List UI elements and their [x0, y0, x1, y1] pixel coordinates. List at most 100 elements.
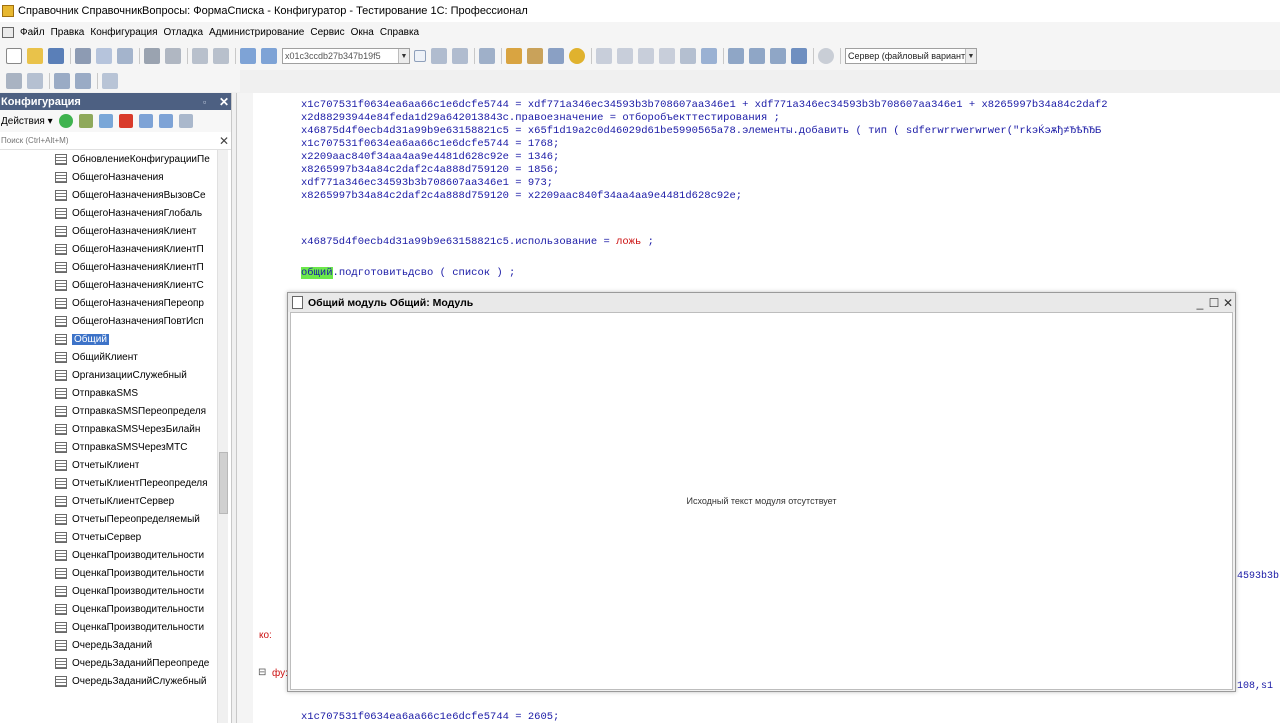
- syntax-assistant-icon[interactable]: [506, 48, 522, 64]
- merge-icon[interactable]: [770, 48, 786, 64]
- tree-scrollbar-thumb[interactable]: [219, 452, 228, 514]
- menu-file[interactable]: Файл: [20, 27, 45, 38]
- tree-item[interactable]: ОбщегоНазначенияКлиентП: [0, 240, 228, 258]
- tree-item[interactable]: ОтчетыСервер: [0, 528, 228, 546]
- tree-item[interactable]: ОбщегоНазначения: [0, 168, 228, 186]
- debug-step-into-icon[interactable]: [617, 48, 633, 64]
- module-list-icon[interactable]: [75, 73, 91, 89]
- search-combo-value[interactable]: x01c3ccdb27b347b19f5: [283, 51, 398, 61]
- fold-icon[interactable]: ⊟: [258, 667, 266, 678]
- properties-icon[interactable]: [27, 73, 43, 89]
- tree-item[interactable]: Общий: [0, 330, 228, 348]
- menu-edit[interactable]: Правка: [51, 27, 85, 38]
- tree-item[interactable]: ОчередьЗаданийСлужебный: [0, 672, 228, 690]
- module-window-titlebar[interactable]: Общий модуль Общий: Модуль _ ☐ ✕: [288, 293, 1235, 312]
- clock-icon[interactable]: [818, 48, 834, 64]
- menu-administration[interactable]: Администрирование: [209, 27, 304, 38]
- debug-continue-icon[interactable]: [701, 48, 717, 64]
- menu-configuration[interactable]: Конфигурация: [90, 27, 157, 38]
- tree-item[interactable]: ОбщегоНазначенияКлиент: [0, 222, 228, 240]
- debug-start-icon[interactable]: [596, 48, 612, 64]
- open-folder-icon[interactable]: [27, 48, 43, 64]
- constructor-icon[interactable]: [527, 48, 543, 64]
- compare-icon[interactable]: [749, 48, 765, 64]
- add-icon[interactable]: [58, 114, 73, 128]
- find-icon[interactable]: [240, 48, 256, 64]
- menu-help[interactable]: Справка: [380, 27, 419, 38]
- tree-item[interactable]: ОбщегоНазначенияКлиентС: [0, 276, 228, 294]
- info-icon[interactable]: [569, 48, 585, 64]
- find-next-icon[interactable]: [452, 48, 468, 64]
- print-preview-icon[interactable]: [165, 48, 181, 64]
- tree-item[interactable]: ОбновлениеКонфигурацииПе: [0, 150, 228, 168]
- tree-item[interactable]: ОтчетыКлиентПереопределя: [0, 474, 228, 492]
- tree-item[interactable]: ОценкаПроизводительности: [0, 600, 228, 618]
- tree-item[interactable]: ОтправкаSMSЧерезМТС: [0, 438, 228, 456]
- print-icon[interactable]: [144, 48, 160, 64]
- delete-icon[interactable]: [118, 114, 133, 128]
- tree-item[interactable]: ОбщегоНазначенияГлобаль: [0, 204, 228, 222]
- tree-item[interactable]: ОценкаПроизводительности: [0, 546, 228, 564]
- window-icon[interactable]: [479, 48, 495, 64]
- pin-icon[interactable]: ▫: [203, 97, 217, 107]
- run-icon[interactable]: [102, 73, 118, 89]
- tree-item[interactable]: ОтправкаSMSЧерезБилайн: [0, 420, 228, 438]
- menu-windows[interactable]: Окна: [351, 27, 374, 38]
- maximize-icon[interactable]: ☐: [1207, 296, 1221, 310]
- move-up-icon[interactable]: [138, 114, 153, 128]
- chevron-down-icon[interactable]: ▼: [965, 49, 976, 63]
- tree-item[interactable]: ОбщегоНазначенияКлиентП: [0, 258, 228, 276]
- sort-icon[interactable]: [178, 114, 193, 128]
- debug-step-over-icon[interactable]: [638, 48, 654, 64]
- tree-item[interactable]: ОчередьЗаданийПереопреде: [0, 654, 228, 672]
- debug-step-out-icon[interactable]: [659, 48, 675, 64]
- redo-icon[interactable]: [213, 48, 229, 64]
- tree-scrollbar[interactable]: [217, 150, 228, 723]
- tree-item[interactable]: ОбщегоНазначенияВызовСе: [0, 186, 228, 204]
- tree-item[interactable]: ОбщийКлиент: [0, 348, 228, 366]
- tree-item[interactable]: ОценкаПроизводительности: [0, 564, 228, 582]
- search-icon[interactable]: [261, 48, 277, 64]
- layout-icon[interactable]: [6, 73, 22, 89]
- actions-menu[interactable]: Действия ▾: [1, 116, 53, 127]
- config-tree-icon[interactable]: [54, 73, 70, 89]
- undo-icon[interactable]: [192, 48, 208, 64]
- close-icon[interactable]: ✕: [217, 95, 231, 109]
- new-document-icon[interactable]: [6, 48, 22, 64]
- database-icon[interactable]: [728, 48, 744, 64]
- update-config-icon[interactable]: [791, 48, 807, 64]
- clear-search-icon[interactable]: [414, 50, 426, 62]
- tree-item[interactable]: ОценкаПроизводительности: [0, 618, 228, 636]
- tree-search-input[interactable]: [0, 132, 217, 149]
- search-combo[interactable]: x01c3ccdb27b347b19f5 ▼: [282, 48, 410, 64]
- menu-debug[interactable]: Отладка: [163, 27, 203, 38]
- system-menu-icon[interactable]: [2, 26, 14, 38]
- module-window-body[interactable]: Исходный текст модуля отсутствует: [290, 312, 1233, 690]
- tree-item[interactable]: ОтчетыКлиент: [0, 456, 228, 474]
- server-combo-value[interactable]: Сервер (файловый вариант):Адм (7: [846, 51, 965, 61]
- tree-item[interactable]: ОбщегоНазначенияПовтИсп: [0, 312, 228, 330]
- close-icon[interactable]: ✕: [1221, 296, 1235, 310]
- query-builder-icon[interactable]: [548, 48, 564, 64]
- tree-item[interactable]: ОтчетыПереопределяемый: [0, 510, 228, 528]
- tree-item[interactable]: ОтправкаSMSПереопределя: [0, 402, 228, 420]
- tree-item[interactable]: ОрганизацииСлужебный: [0, 366, 228, 384]
- copy-icon[interactable]: [98, 114, 113, 128]
- minimize-icon[interactable]: _: [1193, 296, 1207, 310]
- menu-service[interactable]: Сервис: [310, 27, 344, 38]
- move-down-icon[interactable]: [158, 114, 173, 128]
- tree-item[interactable]: ОценкаПроизводительности: [0, 582, 228, 600]
- debug-breakpoint-icon[interactable]: [680, 48, 696, 64]
- clear-search-icon[interactable]: ✕: [217, 134, 231, 148]
- find-previous-icon[interactable]: [431, 48, 447, 64]
- server-combo[interactable]: Сервер (файловый вариант):Адм (7 ▼: [845, 48, 977, 64]
- tree-item[interactable]: ОчередьЗаданий: [0, 636, 228, 654]
- copy-icon[interactable]: [96, 48, 112, 64]
- edit-icon[interactable]: [78, 114, 93, 128]
- chevron-down-icon[interactable]: ▼: [398, 49, 409, 63]
- cut-icon[interactable]: [75, 48, 91, 64]
- tree-item[interactable]: ОтчетыКлиентСервер: [0, 492, 228, 510]
- save-icon[interactable]: [48, 48, 64, 64]
- tree-item[interactable]: ОтправкаSMS: [0, 384, 228, 402]
- tree-item[interactable]: ОбщегоНазначенияПереопр: [0, 294, 228, 312]
